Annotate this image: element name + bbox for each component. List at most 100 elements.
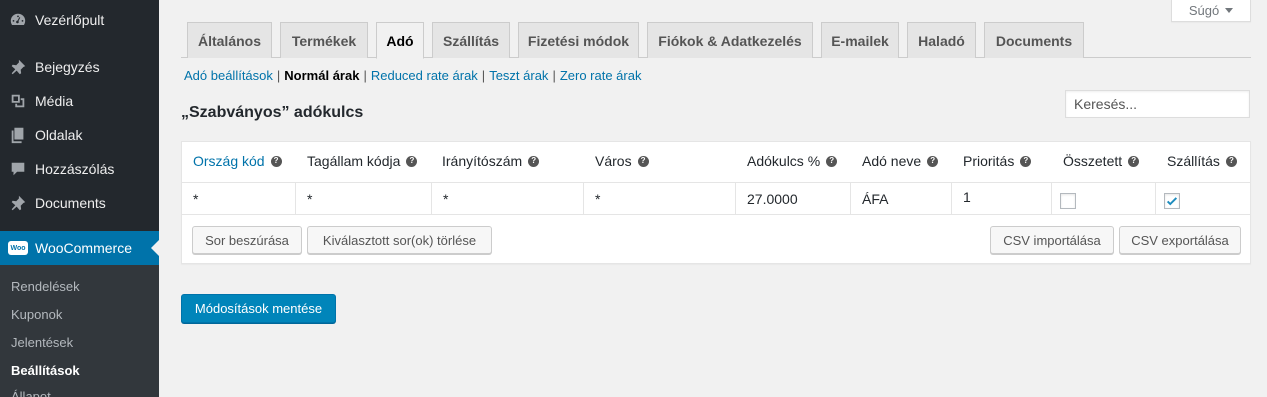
pin-icon — [8, 57, 28, 77]
insert-row-button[interactable]: Sor beszúrása — [192, 226, 302, 254]
section-link-standard-rates[interactable]: Normál árak — [284, 68, 359, 83]
help-tip-icon[interactable]: ? — [826, 155, 838, 167]
menu-item-comments[interactable]: Hozzászólás — [0, 152, 159, 186]
tab-accounts-privacy[interactable]: Fiókok & Adatkezelés — [647, 22, 813, 58]
menu-item-label: Documents — [35, 195, 106, 211]
shipping-checkbox[interactable] — [1164, 193, 1180, 209]
menu-item-label: Oldalak — [35, 127, 83, 143]
help-tip-icon[interactable]: ? — [1128, 155, 1140, 167]
help-tip-icon[interactable]: ? — [270, 155, 282, 167]
pages-icon — [8, 125, 28, 145]
menu-item-woocommerce[interactable]: Woo WooCommerce — [0, 231, 159, 265]
menu-item-label: WooCommerce — [35, 240, 132, 256]
cell-state[interactable]: * — [296, 183, 432, 214]
column-header-label: Irányítószám — [442, 153, 523, 169]
help-tip-icon[interactable]: ? — [927, 155, 939, 167]
section-separator: | — [276, 68, 281, 83]
caret-down-icon — [1225, 8, 1234, 13]
menu-item-pages[interactable]: Oldalak — [0, 118, 159, 152]
help-tip-icon[interactable]: ? — [1225, 155, 1237, 167]
menu-item-label: Média — [35, 93, 74, 109]
section-link-zero-rates[interactable]: Zero rate árak — [560, 68, 642, 83]
page-title: „Szabványos” adókulcs — [181, 104, 364, 121]
checkmark-icon — [1166, 197, 1178, 206]
tab-payments[interactable]: Fizetési módok — [518, 22, 639, 58]
column-header-label: Tagállam kódja — [307, 153, 401, 169]
tab-shipping[interactable]: Szállítás — [432, 22, 510, 58]
section-link-test-rates[interactable]: Teszt árak — [489, 68, 548, 83]
cell-country[interactable]: * — [182, 183, 296, 214]
dashboard-icon — [8, 10, 28, 30]
column-header-rate: Adókulcs % ? — [747, 153, 838, 169]
menu-item-media[interactable]: Média — [0, 84, 159, 118]
column-header-state: Tagállam kódja ? — [307, 153, 418, 169]
cell-shipping — [1156, 183, 1250, 214]
column-header-label: Város — [595, 153, 632, 169]
comments-icon — [8, 159, 28, 179]
column-header-country[interactable]: Ország kód ? — [193, 153, 282, 169]
section-separator: | — [481, 68, 486, 83]
tab-advanced[interactable]: Haladó — [907, 22, 976, 58]
admin-sidebar: Vezérlőpult Bejegyzés Média Oldalak Hozz… — [0, 0, 159, 397]
menu-item-posts[interactable]: Bejegyzés — [0, 50, 159, 84]
import-csv-button[interactable]: CSV importálása — [990, 226, 1114, 254]
column-header-postcode: Irányítószám ? — [442, 153, 540, 169]
help-button[interactable]: Súgó — [1171, 0, 1251, 22]
section-link-tax-options[interactable]: Adó beállítások — [184, 68, 273, 83]
menu-item-documents[interactable]: Documents — [0, 186, 159, 220]
column-header-shipping: Szállítás ? — [1167, 153, 1237, 169]
media-icon — [8, 91, 28, 111]
menu-item-label: Vezérlőpult — [35, 12, 105, 28]
help-tip-icon[interactable]: ? — [406, 155, 418, 167]
woocommerce-submenu: Rendelések Kuponok Jelentések Beállításo… — [0, 265, 159, 397]
woocommerce-icon: Woo — [8, 238, 28, 258]
save-changes-button[interactable]: Módosítások mentése — [181, 294, 336, 323]
cell-tax-name[interactable]: ÁFA — [851, 183, 952, 214]
cell-rate[interactable]: 27.0000 — [736, 183, 851, 214]
tab-general[interactable]: Általános — [187, 22, 272, 58]
woocommerce-icon-text: Woo — [8, 241, 28, 255]
column-header-tax-name: Adó neve ? — [862, 153, 939, 169]
cell-compound — [1052, 183, 1156, 214]
compound-checkbox[interactable] — [1060, 193, 1076, 209]
help-tip-icon[interactable]: ? — [1020, 155, 1032, 167]
tab-emails[interactable]: E-mailek — [821, 22, 899, 58]
column-header-priority: Prioritás ? — [963, 153, 1032, 169]
cell-city[interactable]: * — [584, 183, 736, 214]
pin-icon — [8, 193, 28, 213]
submenu-item-orders[interactable]: Rendelések — [11, 279, 80, 294]
table-row[interactable]: * * * * 27.0000 ÁFA 1 — [182, 182, 1250, 215]
export-csv-button[interactable]: CSV exportálása — [1119, 226, 1241, 254]
section-link-reduced-rates[interactable]: Reduced rate árak — [371, 68, 478, 83]
tax-sections-nav: Adó beállítások | Normál árak | Reduced … — [184, 68, 641, 83]
help-tip-icon[interactable]: ? — [528, 155, 540, 167]
search-input[interactable] — [1065, 90, 1250, 118]
tab-documents[interactable]: Documents — [984, 22, 1084, 58]
settings-tabs: Általános Termékek Adó Szállítás Fizetés… — [181, 22, 1251, 59]
submenu-item-coupons[interactable]: Kuponok — [11, 307, 62, 322]
cell-priority[interactable]: 1 — [952, 183, 1052, 214]
column-header-label: Adókulcs % — [747, 153, 821, 169]
menu-item-dashboard[interactable]: Vezérlőpult — [0, 3, 159, 37]
column-header-city: Város ? — [595, 153, 649, 169]
help-tip-icon[interactable]: ? — [637, 155, 649, 167]
menu-item-label: Bejegyzés — [35, 59, 100, 75]
menu-item-label: Hozzászólás — [35, 161, 115, 177]
submenu-item-status[interactable]: Állapot — [11, 389, 51, 397]
tax-rates-table: Ország kód ? Tagállam kódja ? Irányítósz… — [181, 141, 1251, 264]
submenu-item-settings[interactable]: Beállítások — [11, 363, 80, 378]
column-header-label: Ország kód — [193, 153, 265, 169]
section-separator: | — [552, 68, 556, 83]
remove-rows-button[interactable]: Kiválasztott sor(ok) törlése — [307, 226, 492, 254]
active-menu-arrow — [151, 240, 159, 256]
tab-products[interactable]: Termékek — [280, 22, 368, 58]
column-header-label: Prioritás — [963, 153, 1015, 169]
section-separator: | — [363, 68, 367, 83]
cell-postcode[interactable]: * — [432, 183, 584, 214]
help-button-label: Súgó — [1188, 3, 1220, 18]
column-header-compound: Összetett ? — [1063, 153, 1140, 169]
column-header-label: Adó neve — [862, 153, 922, 169]
submenu-item-reports[interactable]: Jelentések — [11, 335, 73, 350]
tab-tax[interactable]: Adó — [376, 22, 424, 59]
column-header-label: Összetett — [1063, 153, 1123, 169]
